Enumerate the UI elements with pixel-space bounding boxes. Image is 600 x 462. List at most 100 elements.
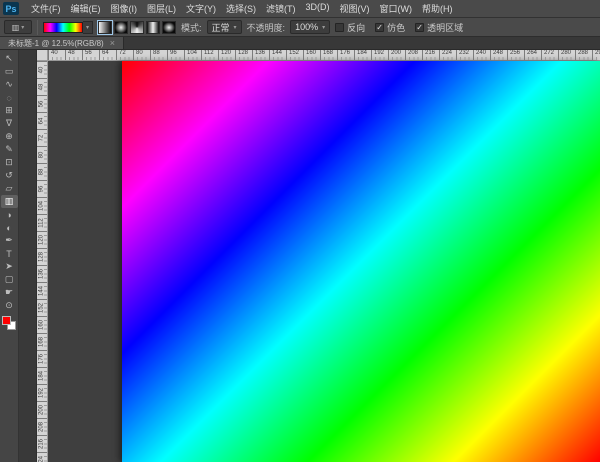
canvas[interactable] <box>122 61 600 462</box>
healing-brush-tool[interactable]: ⊕ <box>1 130 18 143</box>
marquee-tool[interactable]: ▭ <box>1 65 18 78</box>
v-ruler-tick: 56 <box>37 95 47 112</box>
h-ruler-tick: 224 <box>439 50 456 60</box>
shape-tool[interactable]: ▢ <box>1 273 18 286</box>
reverse-checkbox-box <box>335 23 344 32</box>
h-ruler-tick: 208 <box>405 50 422 60</box>
chevron-down-icon: ▾ <box>322 24 325 31</box>
h-ruler-tick: 128 <box>235 50 252 60</box>
dodge-tool[interactable]: ◐ <box>1 221 18 234</box>
opacity-dropdown[interactable]: 100% ▾ <box>290 20 330 34</box>
h-ruler-tick: 184 <box>354 50 371 60</box>
v-ruler-tick: 224 <box>37 452 47 462</box>
h-ruler-tick: 256 <box>507 50 524 60</box>
menu-item-3[interactable]: 图层(L) <box>142 0 181 17</box>
h-ruler-tick: 248 <box>490 50 507 60</box>
h-ruler-tick: 80 <box>133 50 150 60</box>
gradient-tool[interactable]: ▥ <box>1 195 18 208</box>
h-ruler-tick: 280 <box>558 50 575 60</box>
ruler-corner <box>37 50 48 61</box>
menu-item-1[interactable]: 编辑(E) <box>66 0 106 17</box>
linear-gradient-button[interactable] <box>98 21 112 34</box>
v-ruler-tick: 200 <box>37 401 47 418</box>
v-ruler-tick: 40 <box>37 61 47 78</box>
path-selection-tool[interactable]: ➤ <box>1 260 18 273</box>
h-ruler-tick: 216 <box>422 50 439 60</box>
color-swatches[interactable] <box>2 316 16 330</box>
h-ruler-tick: 88 <box>150 50 167 60</box>
h-ruler-tick: 96 <box>167 50 184 60</box>
h-ruler-tick: 288 <box>575 50 592 60</box>
pasteboard <box>48 61 122 462</box>
menu-item-2[interactable]: 图像(I) <box>106 0 143 17</box>
menu-item-5[interactable]: 选择(S) <box>221 0 261 17</box>
clone-stamp-tool[interactable]: ⊡ <box>1 156 18 169</box>
v-ruler-tick: 104 <box>37 197 47 214</box>
v-ruler-tick: 144 <box>37 282 47 299</box>
transparency-checkbox[interactable]: ✓透明区域 <box>415 21 463 34</box>
v-ruler-tick: 88 <box>37 163 47 180</box>
menu-item-4[interactable]: 文字(Y) <box>181 0 221 17</box>
type-tool[interactable]: T <box>1 247 18 260</box>
history-brush-tool[interactable]: ↺ <box>1 169 18 182</box>
dither-checkbox[interactable]: ✓仿色 <box>375 21 405 34</box>
move-tool[interactable]: ↖ <box>1 52 18 65</box>
h-ruler-tick: 48 <box>65 50 82 60</box>
menu-item-8[interactable]: 视图(V) <box>335 0 375 17</box>
eyedropper-tool[interactable]: ∇ <box>1 117 18 130</box>
pen-tool[interactable]: ✒ <box>1 234 18 247</box>
lasso-tool[interactable]: ∿ <box>1 78 18 91</box>
chevron-down-icon: ▾ <box>21 24 24 31</box>
v-ruler-tick: 160 <box>37 316 47 333</box>
diamond-gradient-button[interactable] <box>162 21 176 34</box>
gradient-tool-icon: ▥ <box>12 23 20 32</box>
tab-bar: 未标题-1 @ 12.5%(RGB/8) × <box>0 37 600 50</box>
menu-item-7[interactable]: 3D(D) <box>301 0 335 17</box>
h-ruler-tick: 144 <box>269 50 286 60</box>
angle-gradient-button[interactable] <box>130 21 144 34</box>
chevron-down-icon: ▾ <box>86 24 89 31</box>
crop-tool[interactable]: ⊞ <box>1 104 18 117</box>
menu-item-6[interactable]: 滤镜(T) <box>261 0 301 17</box>
reflected-gradient-button[interactable] <box>146 21 160 34</box>
h-ruler-tick: 56 <box>82 50 99 60</box>
close-icon[interactable]: × <box>110 39 115 48</box>
v-ruler-tick: 120 <box>37 231 47 248</box>
h-ruler-tick: 240 <box>473 50 490 60</box>
reverse-checkbox[interactable]: 反向 <box>335 21 365 34</box>
dither-checkbox-label: 仿色 <box>387 21 405 34</box>
gradient-sample[interactable] <box>43 22 83 33</box>
h-ruler-tick: 192 <box>371 50 388 60</box>
menu-item-0[interactable]: 文件(F) <box>26 0 66 17</box>
toolbar-tools: ↖▭∿◌⊞∇⊕✎⊡↺▱▥◑◐✒T➤▢☛⊙ <box>1 52 18 312</box>
quick-selection-tool[interactable]: ◌ <box>1 91 18 104</box>
menu-item-10[interactable]: 帮助(H) <box>417 0 458 17</box>
zoom-tool[interactable]: ⊙ <box>1 299 18 312</box>
foreground-color-swatch[interactable] <box>2 316 11 325</box>
horizontal-ruler[interactable]: 4048566472808896104112120128136144152160… <box>48 50 600 61</box>
v-ruler-tick: 136 <box>37 265 47 282</box>
menu-item-9[interactable]: 窗口(W) <box>375 0 418 17</box>
v-ruler-tick: 72 <box>37 129 47 146</box>
blur-tool[interactable]: ◑ <box>1 208 18 221</box>
eraser-tool[interactable]: ▱ <box>1 182 18 195</box>
dither-checkbox-box: ✓ <box>375 23 384 32</box>
tool-preset-picker[interactable]: ▥ ▾ <box>4 20 32 34</box>
vertical-ruler[interactable]: 4048566472808896104112120128136144152160… <box>37 61 48 462</box>
document-tab[interactable]: 未标题-1 @ 12.5%(RGB/8) × <box>0 37 124 49</box>
transparency-checkbox-label: 透明区域 <box>427 21 463 34</box>
v-ruler-tick: 128 <box>37 248 47 265</box>
gradient-picker-arrow[interactable]: ▾ <box>83 21 93 34</box>
gradient-type-buttons <box>98 21 176 34</box>
mode-dropdown[interactable]: 正常 ▾ <box>207 20 242 34</box>
radial-gradient-button[interactable] <box>114 21 128 34</box>
h-ruler-tick: 40 <box>48 50 65 60</box>
brush-tool[interactable]: ✎ <box>1 143 18 156</box>
opacity-label: 不透明度: <box>247 21 286 34</box>
h-ruler-tick: 264 <box>524 50 541 60</box>
h-ruler-tick: 272 <box>541 50 558 60</box>
hand-tool[interactable]: ☛ <box>1 286 18 299</box>
v-ruler-tick: 168 <box>37 333 47 350</box>
v-ruler-tick: 152 <box>37 299 47 316</box>
h-ruler-tick: 112 <box>201 50 218 60</box>
